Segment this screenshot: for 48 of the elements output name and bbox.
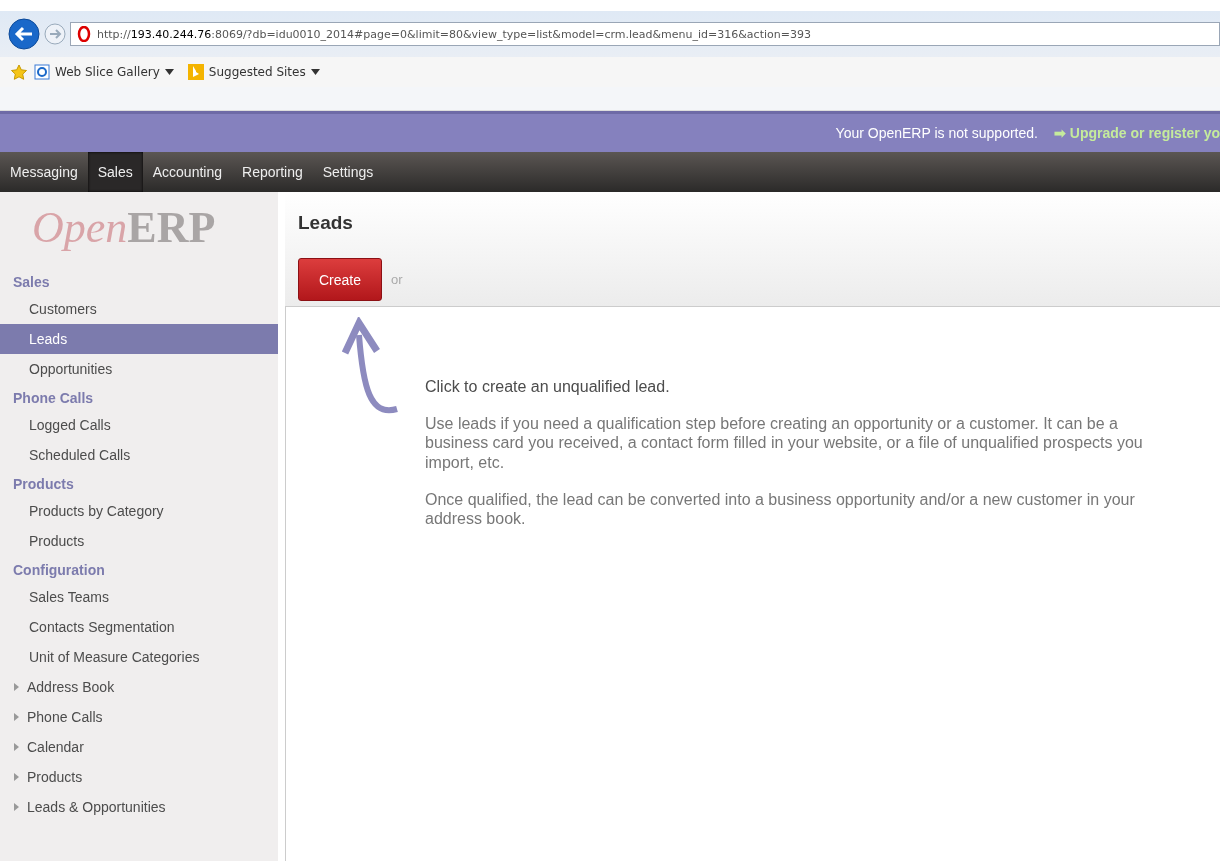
sidebar-folder[interactable]: Address Book [27, 679, 115, 695]
favorites-star-icon[interactable] [10, 64, 28, 80]
sidebar-item[interactable]: Unit of Measure Categories [0, 642, 278, 672]
create-button[interactable]: Create [298, 258, 382, 301]
sidebar-section-title: Sales [12, 273, 51, 292]
banner-message: Your OpenERP is not supported. [835, 125, 1038, 141]
sidebar-section-title: Phone Calls [12, 389, 95, 408]
menu-tab[interactable]: Settings [312, 152, 384, 192]
sidebar-item[interactable]: Scheduled Calls [0, 440, 278, 470]
back-icon[interactable] [8, 18, 40, 50]
menu-tab[interactable]: Sales [87, 152, 143, 192]
collapsed-triangle-icon[interactable] [13, 713, 20, 721]
sidebar-section-title: Configuration [12, 561, 106, 580]
menu-tab[interactable]: Accounting [142, 152, 232, 192]
sidebar-item[interactable]: Products [0, 526, 278, 556]
sidebar-item[interactable]: Contacts Segmentation [0, 612, 278, 642]
sidebar-item[interactable]: Opportunities [0, 354, 278, 384]
dropdown-caret-icon [310, 69, 320, 75]
dropdown-caret-icon [164, 69, 174, 75]
sidebar-item[interactable]: Logged Calls [0, 410, 278, 440]
web-slice-icon [34, 64, 50, 80]
sidebar-item[interactable]: Products by Category [0, 496, 278, 526]
help-title: Click to create an unqualified lead. [425, 377, 671, 397]
collapsed-triangle-icon[interactable] [13, 773, 20, 781]
help-paragraph: Use leads if you need a qualification step before creating an opportunity or a customer. It can be a business card you received, a contact form filled in your website, or a file of unqualified prospects you import, etc. [425, 414, 1144, 472]
collapsed-triangle-icon[interactable] [13, 743, 20, 751]
address-bar[interactable]: http://193.40.244.76:8069/?db=idu0010_2014#page=0&limit=80&view_type=list&model=crm.lead&menu_id=316&action=393 [70, 22, 1220, 46]
sidebar-folder[interactable]: Products [27, 769, 83, 785]
or-text: or [391, 272, 403, 287]
openerp-logo: OpenERP [31, 202, 217, 254]
collapsed-triangle-icon[interactable] [13, 683, 20, 691]
menu-tab[interactable]: Reporting [232, 152, 313, 192]
favorite-link[interactable]: Web Slice Gallery [34, 64, 180, 80]
sidebar-folder[interactable]: Leads & Opportunities [27, 799, 166, 815]
sidebar-item[interactable]: Leads [0, 324, 278, 354]
sidebar-folder[interactable]: Phone Calls [27, 709, 103, 725]
sidebar-folder[interactable]: Calendar [27, 739, 84, 755]
sidebar-section-title: Products [12, 475, 75, 494]
help-paragraph: Once qualified, the lead can be converted into a business opportunity and/or a new customer in your address book. [425, 489, 1136, 529]
url-text: http://193.40.244.76:8069/?db=idu0010_2014#page=0&limit=80&view_type=list&model=crm.lead&menu_id=316&action=393 [97, 27, 811, 41]
page-title: Leads [298, 212, 354, 234]
sidebar-item[interactable]: Sales Teams [0, 582, 278, 612]
favorite-link[interactable]: Suggested Sites [187, 64, 326, 80]
collapsed-triangle-icon[interactable] [13, 803, 20, 811]
forward-icon[interactable] [44, 23, 66, 45]
sidebar-item[interactable]: Customers [0, 294, 278, 324]
menu-tab[interactable]: Messaging [0, 152, 88, 192]
opera-icon [77, 26, 91, 42]
